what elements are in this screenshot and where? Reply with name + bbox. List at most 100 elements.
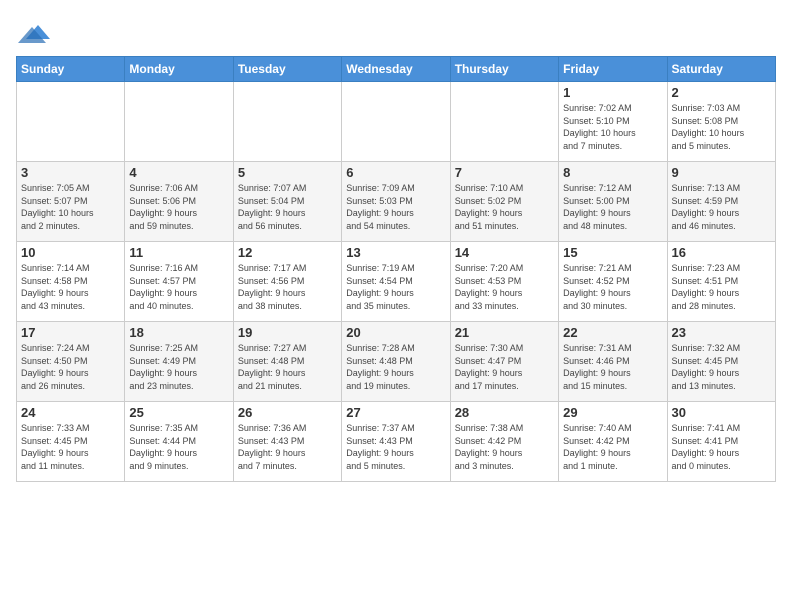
calendar-cell: 4Sunrise: 7:06 AM Sunset: 5:06 PM Daylig… bbox=[125, 162, 233, 242]
calendar-cell: 5 Sunrise: 7:07 AM Sunset: 5:04 PM Daylig… bbox=[233, 162, 341, 242]
calendar-week-row: 24Sunrise: 7:33 AM Sunset: 4:45 PM Dayli… bbox=[17, 402, 776, 482]
day-info: Sunrise: 7:19 AM Sunset: 4:54 PM Dayligh… bbox=[346, 262, 445, 312]
day-info: Sunrise: 7:07 AM Sunset: 5:04 PM Dayligh… bbox=[238, 182, 337, 232]
calendar-table: SundayMondayTuesdayWednesdayThursdayFrid… bbox=[16, 56, 776, 482]
weekday-header: Saturday bbox=[667, 57, 775, 82]
day-info: Sunrise: 7:20 AM Sunset: 4:53 PM Dayligh… bbox=[455, 262, 554, 312]
day-info: Sunrise: 7:06 AM Sunset: 5:06 PM Dayligh… bbox=[129, 182, 228, 232]
day-info: Sunrise: 7:14 AM Sunset: 4:58 PM Dayligh… bbox=[21, 262, 120, 312]
day-info: Sunrise: 7:03 AM Sunset: 5:08 PM Dayligh… bbox=[672, 102, 771, 152]
day-info: Sunrise: 7:12 AM Sunset: 5:00 PM Dayligh… bbox=[563, 182, 662, 232]
day-number: 6 bbox=[346, 165, 445, 180]
weekday-header: Monday bbox=[125, 57, 233, 82]
day-number: 23 bbox=[672, 325, 771, 340]
weekday-header-row: SundayMondayTuesdayWednesdayThursdayFrid… bbox=[17, 57, 776, 82]
calendar-cell: 11 Sunrise: 7:16 AM Sunset: 4:57 PM Dayli… bbox=[125, 242, 233, 322]
page: SundayMondayTuesdayWednesdayThursdayFrid… bbox=[0, 0, 792, 490]
calendar-cell: 29 Sunrise: 7:40 AM Sunset: 4:42 PM Dayli… bbox=[559, 402, 667, 482]
day-number: 13 bbox=[346, 245, 445, 260]
day-number: 26 bbox=[238, 405, 337, 420]
calendar-cell: 10Sunrise: 7:14 AM Sunset: 4:58 PM Dayli… bbox=[17, 242, 125, 322]
logo-icon bbox=[18, 16, 50, 48]
calendar-cell: 19Sunrise: 7:27 AM Sunset: 4:48 PM Dayli… bbox=[233, 322, 341, 402]
calendar-cell bbox=[450, 82, 558, 162]
day-info: Sunrise: 7:37 AM Sunset: 4:43 PM Dayligh… bbox=[346, 422, 445, 472]
day-info: Sunrise: 7:41 AM Sunset: 4:41 PM Dayligh… bbox=[672, 422, 771, 472]
calendar-cell: 14 Sunrise: 7:20 AM Sunset: 4:53 PM Dayli… bbox=[450, 242, 558, 322]
calendar-week-row: 3 Sunrise: 7:05 AM Sunset: 5:07 PM Daylig… bbox=[17, 162, 776, 242]
day-number: 7 bbox=[455, 165, 554, 180]
logo bbox=[16, 16, 50, 44]
day-info: Sunrise: 7:27 AM Sunset: 4:48 PM Dayligh… bbox=[238, 342, 337, 392]
calendar-cell: 8 Sunrise: 7:12 AM Sunset: 5:00 PM Daylig… bbox=[559, 162, 667, 242]
day-info: Sunrise: 7:16 AM Sunset: 4:57 PM Dayligh… bbox=[129, 262, 228, 312]
calendar-cell: 25 Sunrise: 7:35 AM Sunset: 4:44 PM Dayli… bbox=[125, 402, 233, 482]
calendar-week-row: 10Sunrise: 7:14 AM Sunset: 4:58 PM Dayli… bbox=[17, 242, 776, 322]
calendar-cell: 20 Sunrise: 7:28 AM Sunset: 4:48 PM Dayli… bbox=[342, 322, 450, 402]
day-number: 12 bbox=[238, 245, 337, 260]
day-number: 14 bbox=[455, 245, 554, 260]
day-info: Sunrise: 7:28 AM Sunset: 4:48 PM Dayligh… bbox=[346, 342, 445, 392]
day-number: 2 bbox=[672, 85, 771, 100]
day-info: Sunrise: 7:09 AM Sunset: 5:03 PM Dayligh… bbox=[346, 182, 445, 232]
day-number: 24 bbox=[21, 405, 120, 420]
calendar-cell: 6 Sunrise: 7:09 AM Sunset: 5:03 PM Daylig… bbox=[342, 162, 450, 242]
day-info: Sunrise: 7:30 AM Sunset: 4:47 PM Dayligh… bbox=[455, 342, 554, 392]
calendar-cell: 30 Sunrise: 7:41 AM Sunset: 4:41 PM Dayli… bbox=[667, 402, 775, 482]
day-number: 3 bbox=[21, 165, 120, 180]
day-number: 22 bbox=[563, 325, 662, 340]
calendar-cell: 27Sunrise: 7:37 AM Sunset: 4:43 PM Dayli… bbox=[342, 402, 450, 482]
calendar-cell: 9Sunrise: 7:13 AM Sunset: 4:59 PM Daylig… bbox=[667, 162, 775, 242]
calendar-cell bbox=[342, 82, 450, 162]
day-number: 5 bbox=[238, 165, 337, 180]
day-number: 18 bbox=[129, 325, 228, 340]
calendar-cell: 7 Sunrise: 7:10 AM Sunset: 5:02 PM Daylig… bbox=[450, 162, 558, 242]
weekday-header: Sunday bbox=[17, 57, 125, 82]
calendar-cell: 13 Sunrise: 7:19 AM Sunset: 4:54 PM Dayli… bbox=[342, 242, 450, 322]
calendar-cell: 18 Sunrise: 7:25 AM Sunset: 4:49 PM Dayli… bbox=[125, 322, 233, 402]
day-number: 15 bbox=[563, 245, 662, 260]
day-number: 20 bbox=[346, 325, 445, 340]
day-info: Sunrise: 7:21 AM Sunset: 4:52 PM Dayligh… bbox=[563, 262, 662, 312]
calendar-week-row: 17Sunrise: 7:24 AM Sunset: 4:50 PM Dayli… bbox=[17, 322, 776, 402]
calendar-cell: 15 Sunrise: 7:21 AM Sunset: 4:52 PM Dayli… bbox=[559, 242, 667, 322]
weekday-header: Friday bbox=[559, 57, 667, 82]
day-number: 25 bbox=[129, 405, 228, 420]
day-number: 8 bbox=[563, 165, 662, 180]
day-number: 30 bbox=[672, 405, 771, 420]
calendar-cell: 2 Sunrise: 7:03 AM Sunset: 5:08 PM Daylig… bbox=[667, 82, 775, 162]
calendar-cell: 16 Sunrise: 7:23 AM Sunset: 4:51 PM Dayli… bbox=[667, 242, 775, 322]
calendar-cell: 1Sunrise: 7:02 AM Sunset: 5:10 PM Daylig… bbox=[559, 82, 667, 162]
header bbox=[16, 16, 776, 44]
calendar-cell: 24Sunrise: 7:33 AM Sunset: 4:45 PM Dayli… bbox=[17, 402, 125, 482]
day-info: Sunrise: 7:25 AM Sunset: 4:49 PM Dayligh… bbox=[129, 342, 228, 392]
calendar-cell: 26Sunrise: 7:36 AM Sunset: 4:43 PM Dayli… bbox=[233, 402, 341, 482]
day-info: Sunrise: 7:40 AM Sunset: 4:42 PM Dayligh… bbox=[563, 422, 662, 472]
calendar-cell: 22 Sunrise: 7:31 AM Sunset: 4:46 PM Dayli… bbox=[559, 322, 667, 402]
day-number: 16 bbox=[672, 245, 771, 260]
day-info: Sunrise: 7:13 AM Sunset: 4:59 PM Dayligh… bbox=[672, 182, 771, 232]
day-info: Sunrise: 7:02 AM Sunset: 5:10 PM Dayligh… bbox=[563, 102, 662, 152]
calendar-cell bbox=[233, 82, 341, 162]
calendar-cell: 23 Sunrise: 7:32 AM Sunset: 4:45 PM Dayli… bbox=[667, 322, 775, 402]
day-info: Sunrise: 7:31 AM Sunset: 4:46 PM Dayligh… bbox=[563, 342, 662, 392]
calendar-cell: 21Sunrise: 7:30 AM Sunset: 4:47 PM Dayli… bbox=[450, 322, 558, 402]
day-info: Sunrise: 7:05 AM Sunset: 5:07 PM Dayligh… bbox=[21, 182, 120, 232]
calendar-cell: 12 Sunrise: 7:17 AM Sunset: 4:56 PM Dayli… bbox=[233, 242, 341, 322]
day-info: Sunrise: 7:38 AM Sunset: 4:42 PM Dayligh… bbox=[455, 422, 554, 472]
weekday-header: Wednesday bbox=[342, 57, 450, 82]
day-info: Sunrise: 7:23 AM Sunset: 4:51 PM Dayligh… bbox=[672, 262, 771, 312]
day-info: Sunrise: 7:35 AM Sunset: 4:44 PM Dayligh… bbox=[129, 422, 228, 472]
day-info: Sunrise: 7:32 AM Sunset: 4:45 PM Dayligh… bbox=[672, 342, 771, 392]
calendar-cell: 3 Sunrise: 7:05 AM Sunset: 5:07 PM Daylig… bbox=[17, 162, 125, 242]
weekday-header: Thursday bbox=[450, 57, 558, 82]
calendar-cell bbox=[17, 82, 125, 162]
day-number: 29 bbox=[563, 405, 662, 420]
calendar-cell bbox=[125, 82, 233, 162]
day-number: 17 bbox=[21, 325, 120, 340]
calendar-cell: 28Sunrise: 7:38 AM Sunset: 4:42 PM Dayli… bbox=[450, 402, 558, 482]
day-number: 11 bbox=[129, 245, 228, 260]
day-info: Sunrise: 7:10 AM Sunset: 5:02 PM Dayligh… bbox=[455, 182, 554, 232]
day-info: Sunrise: 7:17 AM Sunset: 4:56 PM Dayligh… bbox=[238, 262, 337, 312]
calendar-week-row: 1Sunrise: 7:02 AM Sunset: 5:10 PM Daylig… bbox=[17, 82, 776, 162]
